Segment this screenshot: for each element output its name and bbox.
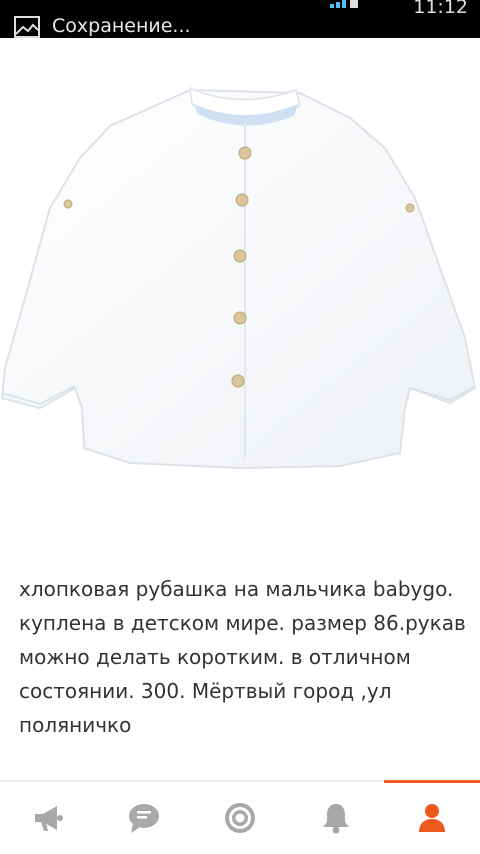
product-photo[interactable] [0,38,480,548]
bottom-navigation [0,780,480,854]
status-time: 11:12 [413,0,468,18]
profile-icon [419,804,445,832]
nav-item-notifications[interactable] [288,782,384,854]
shirt-image [0,86,477,470]
chat-icon [129,804,159,833]
target-icon [225,803,255,833]
nav-item-profile[interactable] [384,780,480,854]
nav-item-messages[interactable] [96,782,192,854]
product-description: хлопковая рубашка на мальчика babygo. ку… [19,577,466,737]
nav-item-ads[interactable] [0,782,96,854]
nav-item-feed[interactable] [192,782,288,854]
status-bar: Сохранение... 11:12 [0,0,480,38]
bell-icon [323,804,349,834]
image-saving-icon [14,16,40,38]
status-notification-text: Сохранение... [52,15,191,37]
megaphone-icon [35,806,63,831]
signal-icon [330,0,358,8]
